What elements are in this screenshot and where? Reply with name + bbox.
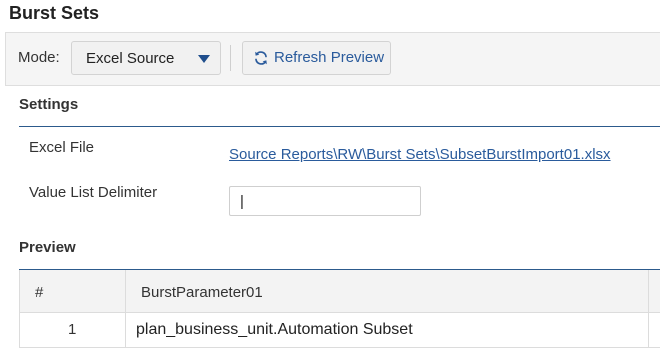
column-divider (648, 270, 649, 313)
toolbar: Mode: Excel Source Refresh Preview (5, 32, 660, 86)
column-header-burst-parameter[interactable]: BurstParameter01 (141, 284, 263, 301)
column-divider (125, 270, 126, 313)
mode-select-value: Excel Source (86, 50, 175, 67)
row-burst-parameter-value: plan_business_unit.Automation Subset (136, 321, 413, 338)
page-title: Burst Sets (9, 3, 100, 23)
refresh-preview-label: Refresh Preview (274, 49, 385, 66)
refresh-icon (255, 51, 267, 65)
settings-divider (19, 126, 660, 127)
preview-table: # BurstParameter01 1 plan_business_unit.… (19, 270, 660, 348)
preview-heading: Preview (19, 239, 76, 256)
column-divider (125, 313, 126, 348)
table-row[interactable]: 1 plan_business_unit.Automation Subset (20, 313, 660, 348)
mode-select[interactable]: Excel Source (71, 41, 221, 75)
column-divider (648, 313, 649, 348)
toolbar-separator (230, 45, 231, 71)
column-header-number[interactable]: # (35, 284, 43, 301)
excel-file-label: Excel File (29, 139, 95, 156)
row-number: 1 (68, 321, 77, 338)
table-header: # BurstParameter01 (20, 270, 660, 313)
delimiter-input[interactable] (229, 186, 421, 216)
refresh-preview-button[interactable]: Refresh Preview (242, 41, 391, 75)
mode-label: Mode: (18, 49, 60, 66)
excel-file-link[interactable]: Source Reports\RW\Burst Sets\SubsetBurst… (229, 146, 611, 163)
settings-heading: Settings (19, 96, 79, 113)
chevron-down-icon (198, 55, 210, 63)
delimiter-label: Value List Delimiter (29, 184, 158, 201)
